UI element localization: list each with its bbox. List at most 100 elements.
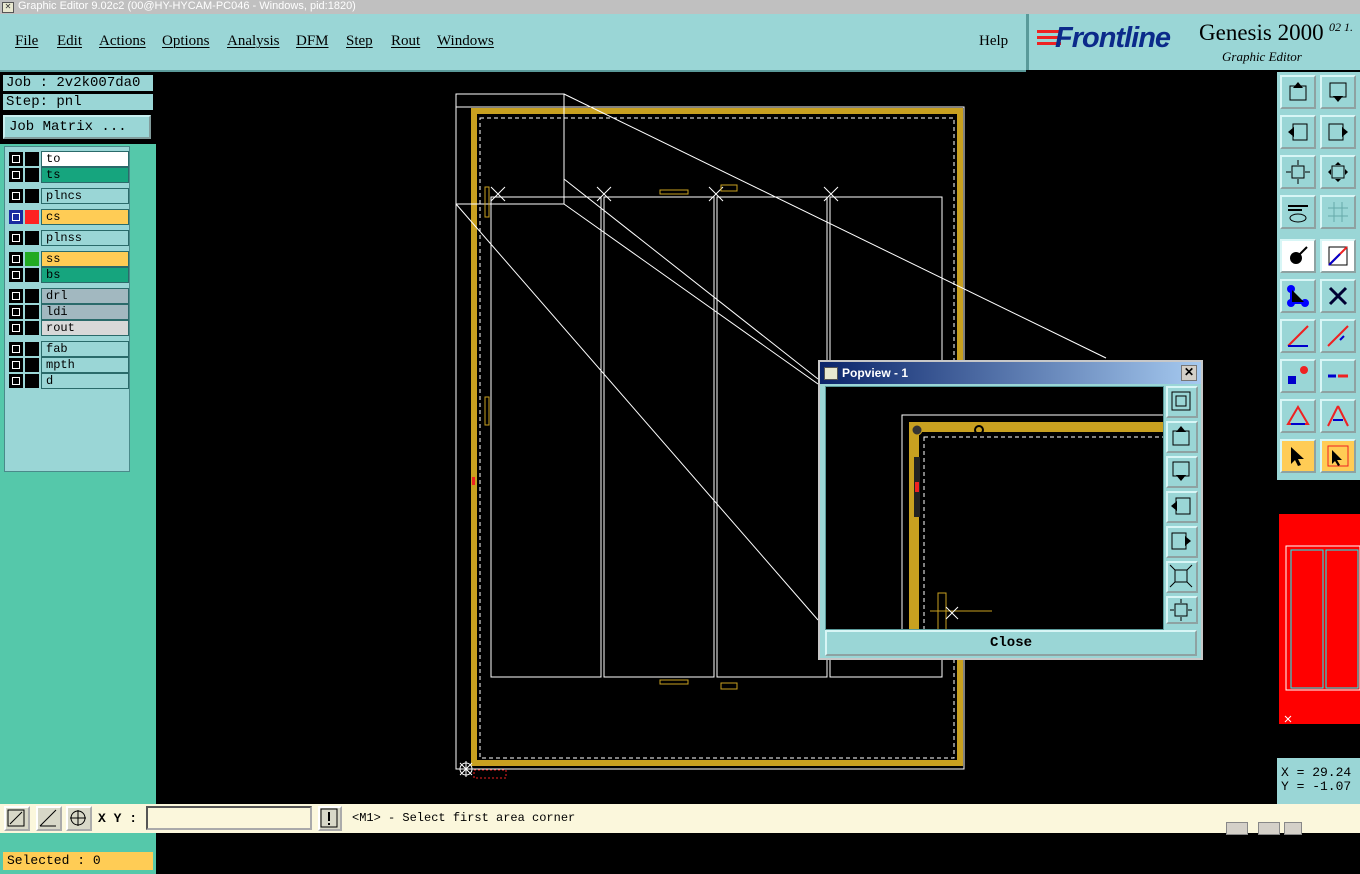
xy-label: X Y : [98, 811, 138, 826]
layer-name[interactable]: ss [41, 251, 129, 267]
zoom-out-icon[interactable] [1280, 155, 1316, 189]
snap-mode-icon[interactable] [4, 806, 30, 831]
popview-zoom-in-icon[interactable] [1166, 596, 1198, 624]
layer-color-swatch [25, 374, 39, 388]
popview-pan-down-icon[interactable] [1166, 456, 1198, 488]
select-area-icon[interactable] [1320, 439, 1356, 473]
xy-input[interactable] [146, 806, 312, 830]
pan-left-icon[interactable] [1280, 115, 1316, 149]
layer-name[interactable]: plncs [41, 188, 129, 204]
popview-pan-up-icon[interactable] [1166, 421, 1198, 453]
menu-analysis[interactable]: Analysis [227, 33, 280, 50]
menu-dfm[interactable]: DFM [296, 33, 329, 50]
delete-icon[interactable] [1320, 279, 1356, 313]
layer-checkbox-icon[interactable] [9, 152, 23, 166]
overview-drawing [1279, 514, 1360, 724]
menu-rout[interactable]: Rout [391, 33, 420, 50]
pan-right-icon[interactable] [1320, 115, 1356, 149]
grid-snap-icon[interactable] [66, 806, 92, 831]
job-matrix-button[interactable]: Job Matrix ... [3, 115, 151, 139]
layer-checkbox-icon[interactable] [9, 358, 23, 372]
popview-zoom-out-icon[interactable] [1166, 561, 1198, 593]
alert-icon[interactable] [318, 806, 342, 831]
pan-up-icon[interactable] [1280, 75, 1316, 109]
menu-windows[interactable]: Windows [437, 33, 494, 50]
tray-minimize-icon[interactable] [1284, 822, 1302, 835]
window-title: Graphic Editor 9.02c2 (00@HY-HYCAM-PC046… [18, 0, 356, 12]
line-right-icon[interactable] [1320, 319, 1356, 353]
popview-pan-right-icon[interactable] [1166, 526, 1198, 558]
tray-app-icon[interactable] [1226, 822, 1248, 835]
layer-name[interactable]: d [41, 373, 129, 389]
layer-checkbox-icon[interactable] [9, 268, 23, 282]
menu-file[interactable]: File [15, 33, 38, 50]
layer-checkbox-icon[interactable] [9, 252, 23, 266]
line-left-icon[interactable] [1280, 319, 1316, 353]
layer-checkbox-icon[interactable] [9, 210, 23, 224]
pad-icon[interactable] [1280, 359, 1316, 393]
layer-checkbox-icon[interactable] [9, 168, 23, 182]
select-pointer-icon[interactable] [1280, 439, 1316, 473]
snap-icon[interactable] [1280, 239, 1316, 273]
pan-down-icon[interactable] [1320, 75, 1356, 109]
popview-fit-icon[interactable] [1166, 386, 1198, 418]
layer-name[interactable]: cs [41, 209, 129, 225]
window-title-bar: ✕ Graphic Editor 9.02c2 (00@HY-HYCAM-PC0… [0, 0, 1360, 14]
layer-name[interactable]: fab [41, 341, 129, 357]
popview-title-bar[interactable]: Popview - 1 ✕ [820, 362, 1201, 384]
layer-checkbox-icon[interactable] [9, 189, 23, 203]
menu-options[interactable]: Options [162, 33, 210, 50]
layer-checkbox-icon[interactable] [9, 321, 23, 335]
close-icon[interactable]: ✕ [1181, 365, 1197, 381]
layer-color-swatch [25, 305, 39, 319]
zoom-in-icon[interactable] [1320, 155, 1356, 189]
layer-color-swatch [25, 252, 39, 266]
layer-checkbox-icon[interactable] [9, 289, 23, 303]
menu-actions[interactable]: Actions [99, 33, 146, 50]
status-message: <M1> - Select first area corner [352, 811, 576, 825]
layer-name[interactable]: ts [41, 167, 129, 183]
popview-canvas[interactable] [825, 386, 1164, 630]
measure-icon[interactable] [1320, 239, 1356, 273]
menu-edit[interactable]: Edit [57, 33, 82, 50]
menu-help[interactable]: Help [979, 33, 1008, 50]
tray-help-icon[interactable] [1258, 822, 1280, 835]
selected-count: Selected : 0 [3, 852, 153, 870]
popview-close-button[interactable]: Close [825, 630, 1197, 656]
overview-map[interactable] [1277, 480, 1360, 758]
layer-color-swatch [25, 289, 39, 303]
layer-name[interactable]: mpth [41, 357, 129, 373]
layer-checkbox-icon[interactable] [9, 342, 23, 356]
coord-y: Y = -1.07 [1281, 779, 1352, 794]
logo-area: Frontline Genesis 2000 02 1. Graphic Edi… [1026, 14, 1360, 70]
route-icon[interactable] [1320, 359, 1356, 393]
layer-color-swatch [25, 321, 39, 335]
product-name: Genesis 2000 [1199, 20, 1324, 45]
layer-name[interactable]: plnss [41, 230, 129, 246]
settings-icon[interactable] [1280, 195, 1316, 229]
app-icon: ✕ [2, 2, 14, 13]
product-version: 02 1. [1329, 20, 1353, 34]
popview-pan-left-icon[interactable] [1166, 491, 1198, 523]
menu-step[interactable]: Step [346, 33, 373, 50]
layer-name[interactable]: bs [41, 267, 129, 283]
layer-checkbox-icon[interactable] [9, 305, 23, 319]
triangle-icon[interactable] [1280, 399, 1316, 433]
layer-checkbox-icon[interactable] [9, 374, 23, 388]
layer-color-swatch [25, 231, 39, 245]
layer-name[interactable]: to [41, 151, 129, 167]
net-icon[interactable] [1280, 279, 1316, 313]
popview-app-icon [824, 367, 838, 380]
product-subtitle: Graphic Editor [1222, 49, 1302, 64]
layer-name[interactable]: rout [41, 320, 129, 336]
layer-checkbox-icon[interactable] [9, 231, 23, 245]
job-name: Job : 2v2k007da0 [3, 75, 153, 91]
layer-color-swatch [25, 152, 39, 166]
layer-color-swatch [25, 210, 39, 224]
menu-bar: File Edit Actions Options Analysis DFM S… [0, 14, 1026, 72]
angle-mode-icon[interactable] [36, 806, 62, 831]
layer-name[interactable]: drl [41, 288, 129, 304]
layer-name[interactable]: ldi [41, 304, 129, 320]
grid-icon[interactable] [1320, 195, 1356, 229]
arc-icon[interactable] [1320, 399, 1356, 433]
